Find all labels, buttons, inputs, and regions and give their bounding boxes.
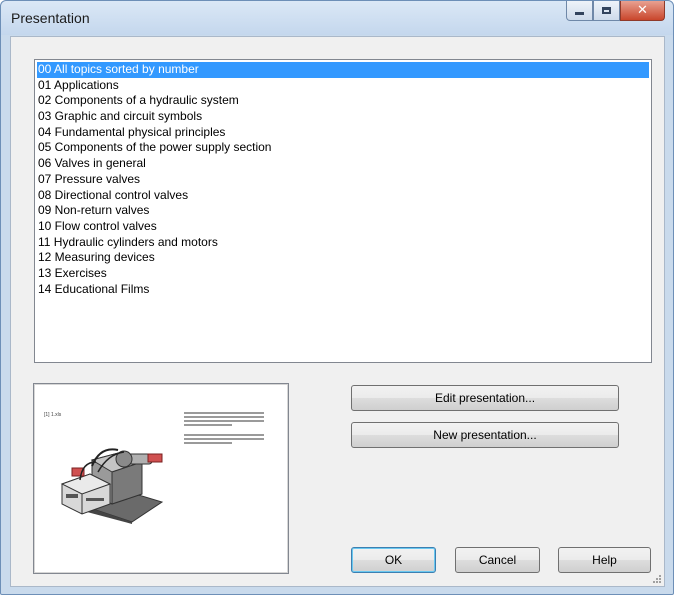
window-title: Presentation xyxy=(11,10,90,26)
resize-grip-icon[interactable] xyxy=(652,574,662,584)
topic-item[interactable]: 05 Components of the power supply sectio… xyxy=(37,140,649,156)
slide-text-block-2 xyxy=(184,434,264,446)
title-bar[interactable]: Presentation ✕ xyxy=(1,1,673,35)
slide-preview: [1] 1.xls xyxy=(33,383,289,574)
topic-item[interactable]: 06 Valves in general xyxy=(37,156,649,172)
minimize-button[interactable] xyxy=(566,1,593,21)
hydraulic-machine-image xyxy=(60,448,164,524)
topic-item[interactable]: 02 Components of a hydraulic system xyxy=(37,93,649,109)
slide-label: [1] 1.xls xyxy=(44,412,62,418)
topic-item[interactable]: 09 Non-return valves xyxy=(37,203,649,219)
close-button[interactable]: ✕ xyxy=(620,1,665,21)
topic-item[interactable]: 03 Graphic and circuit symbols xyxy=(37,109,649,125)
topic-item[interactable]: 07 Pressure valves xyxy=(37,172,649,188)
topic-item[interactable]: 11 Hydraulic cylinders and motors xyxy=(37,235,649,251)
edit-presentation-button[interactable]: Edit presentation... xyxy=(351,385,619,411)
slide-text-block xyxy=(184,412,264,428)
topic-listbox[interactable]: 00 All topics sorted by number 01 Applica… xyxy=(34,59,652,363)
cancel-button[interactable]: Cancel xyxy=(455,547,540,573)
presentation-dialog: Presentation ✕ 00 All topics sorted by n… xyxy=(0,0,674,595)
topic-item[interactable]: 12 Measuring devices xyxy=(37,250,649,266)
topic-item[interactable]: 01 Applications xyxy=(37,78,649,94)
minimize-icon xyxy=(575,12,584,15)
topic-item[interactable]: 00 All topics sorted by number xyxy=(37,62,649,78)
dialog-body: 00 All topics sorted by number 01 Applica… xyxy=(10,36,665,587)
topic-item[interactable]: 14 Educational Films xyxy=(37,282,649,298)
window-controls: ✕ xyxy=(566,1,665,21)
new-presentation-button[interactable]: New presentation... xyxy=(351,422,619,448)
topic-item[interactable]: 08 Directional control valves xyxy=(37,188,649,204)
topic-item[interactable]: 13 Exercises xyxy=(37,266,649,282)
close-icon: ✕ xyxy=(637,3,648,18)
topic-item[interactable]: 10 Flow control valves xyxy=(37,219,649,235)
maximize-button[interactable] xyxy=(593,1,620,21)
maximize-icon xyxy=(602,7,611,14)
help-button[interactable]: Help xyxy=(558,547,651,573)
ok-button[interactable]: OK xyxy=(351,547,436,573)
topic-item[interactable]: 04 Fundamental physical principles xyxy=(37,125,649,141)
